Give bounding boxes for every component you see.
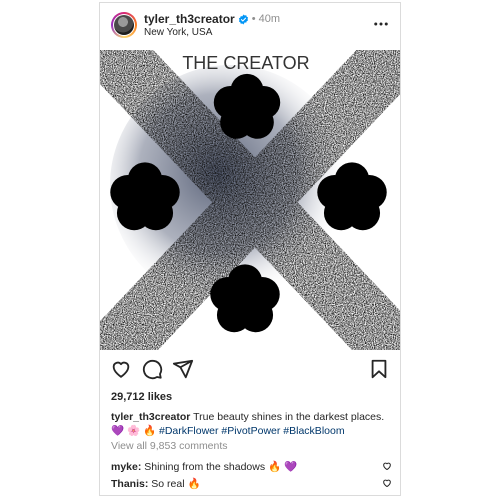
bookmark-icon[interactable] <box>368 358 390 380</box>
post-username[interactable]: tyler_th3creator <box>144 12 235 26</box>
comment-like-heart-icon[interactable] <box>382 461 392 471</box>
post-image[interactable]: THE CREATOR <box>100 50 400 350</box>
caption-emoji: 💜 🌸 🔥 <box>111 425 157 437</box>
user-line: tyler_th3creator • 40m <box>144 12 280 26</box>
hashtag-darkflower[interactable]: #DarkFlower <box>159 425 219 437</box>
comment-username[interactable]: Thanis: <box>111 478 148 490</box>
artwork: THE CREATOR <box>100 50 400 350</box>
heart-icon[interactable] <box>110 358 132 380</box>
caption-text: True beauty shines in the darkest places… <box>193 411 385 423</box>
comment-bubble-icon[interactable] <box>141 358 163 380</box>
comment-like-heart-icon[interactable] <box>382 478 392 488</box>
view-all-comments-link[interactable]: View all 9,853 comments <box>111 440 228 452</box>
post-location[interactable]: New York, USA <box>144 27 212 38</box>
artwork-title: THE CREATOR <box>182 53 309 73</box>
caption-username[interactable]: tyler_th3creator <box>111 411 190 423</box>
verified-badge-icon <box>238 13 248 25</box>
avatar-image <box>114 15 134 35</box>
hashtag-blackbloom[interactable]: #BlackBloom <box>283 425 344 437</box>
comment-text: Shining from the shadows 🔥 💜 <box>144 461 298 473</box>
comment-item: Thanis: So real 🔥 <box>111 477 393 490</box>
hashtag-pivotpower[interactable]: #PivotPower <box>221 425 280 437</box>
action-bar <box>100 358 400 382</box>
paper-plane-icon[interactable] <box>172 358 194 380</box>
caption: tyler_th3creator True beauty shines in t… <box>111 410 393 438</box>
separator-dot: • <box>251 13 256 25</box>
post-card: tyler_th3creator • 40m New York, USA THE… <box>99 2 401 496</box>
more-options-icon[interactable] <box>372 15 390 33</box>
comment-text: So real 🔥 <box>151 478 201 490</box>
post-header: tyler_th3creator • 40m New York, USA <box>100 3 400 47</box>
avatar[interactable] <box>111 12 137 38</box>
comment-item: myke: Shining from the shadows 🔥 💜 <box>111 460 393 473</box>
post-time: 40m <box>258 13 280 25</box>
likes-count[interactable]: 29,712 likes <box>111 391 172 403</box>
comment-username[interactable]: myke: <box>111 461 141 473</box>
